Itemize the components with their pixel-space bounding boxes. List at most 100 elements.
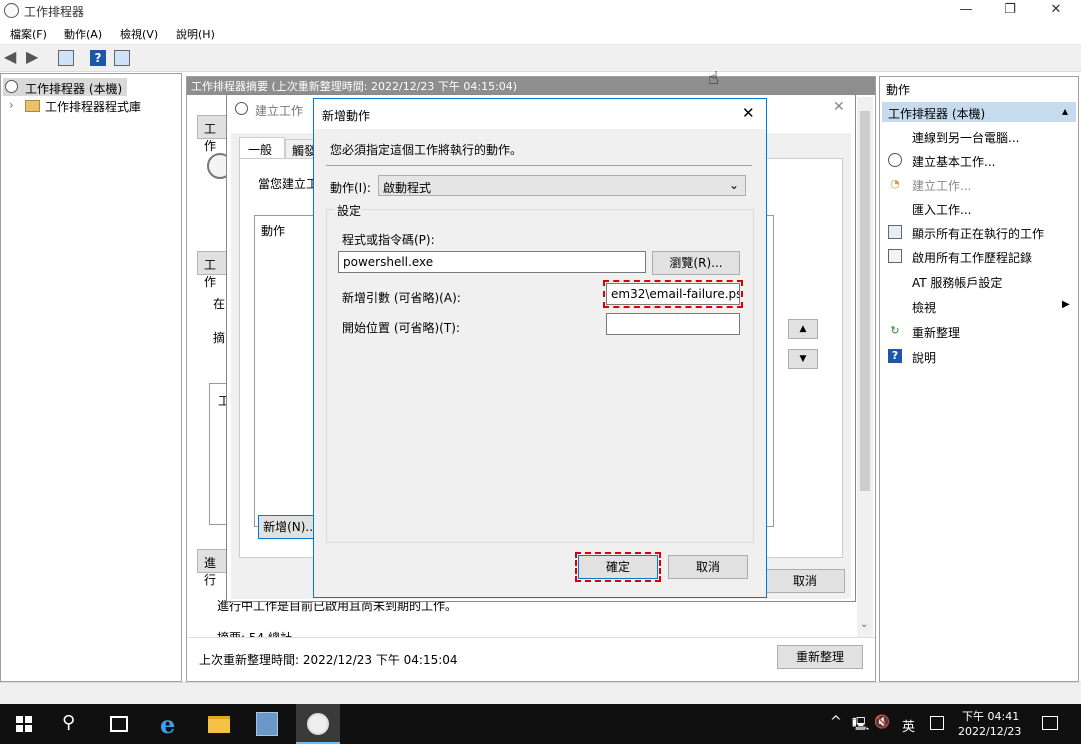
action-item-show-running[interactable]: 顯示所有正在執行的工作 xyxy=(912,225,1044,242)
back-arrow-icon[interactable]: ◀ xyxy=(4,49,20,66)
app-clock-icon xyxy=(4,3,19,18)
file-explorer-icon[interactable] xyxy=(208,716,230,733)
internet-explorer-icon[interactable]: e xyxy=(160,710,175,739)
taskbar: ⚲ e ^ 🖳 🔇 英 下午 04:41 2022/12/23 xyxy=(0,704,1081,744)
scroll-down-icon[interactable]: ⌄ xyxy=(860,619,868,630)
tree-root-label: 工作排程器 (本機) xyxy=(25,82,123,96)
actions-pane-title: 動作 xyxy=(886,83,911,97)
start-in-input[interactable] xyxy=(606,313,740,335)
scroll-thumb[interactable] xyxy=(860,111,870,491)
new-action-title: 新增動作 xyxy=(322,109,371,123)
collapse-arrow-icon[interactable]: ▴ xyxy=(1062,104,1068,118)
tree-root[interactable]: 工作排程器 (本機) xyxy=(3,78,127,96)
summary-section-1: 工作 xyxy=(197,115,227,153)
program-label: 程式或指令碼(P): xyxy=(342,233,435,247)
summary-header: 工作排程器摘要 (上次重新整理時間: 2022/12/23 下午 04:15:0… xyxy=(187,77,875,95)
clock-icon xyxy=(235,102,248,115)
action-item-enable-history[interactable]: 啟用所有工作歷程記錄 xyxy=(912,249,1032,266)
action-item-view[interactable]: 檢視 xyxy=(912,299,936,316)
chevron-down-icon: ⌄ xyxy=(729,178,740,192)
action-item-create-basic[interactable]: 建立基本工作... xyxy=(912,153,995,170)
show-hide-tree-icon[interactable] xyxy=(58,50,74,66)
action-item-refresh[interactable]: 重新整理 xyxy=(912,324,960,341)
cancel-button[interactable]: 取消 xyxy=(668,555,748,579)
action-item-import[interactable]: 匯入工作... xyxy=(912,201,971,218)
create-task-cancel-button[interactable]: 取消 xyxy=(765,569,845,593)
show-hide-action-pane-icon[interactable] xyxy=(114,50,130,66)
browse-button[interactable]: 瀏覽(R)... xyxy=(652,251,740,275)
move-down-button[interactable]: ▼ xyxy=(788,349,818,369)
close-button[interactable]: ✕ xyxy=(1046,2,1066,20)
program-input[interactable]: powershell.exe xyxy=(338,251,646,273)
summary-text-summary: 摘 xyxy=(213,331,226,345)
refresh-button[interactable]: 重新整理 xyxy=(777,645,863,669)
log-icon xyxy=(888,249,902,263)
expand-chevron-icon[interactable]: › xyxy=(9,98,14,112)
actions-section-header[interactable]: 工作排程器 (本機) ▴ xyxy=(882,102,1076,122)
arguments-label: 新增引數 (可省略)(A): xyxy=(342,291,461,305)
new-action-instruction: 您必須指定這個工作將執行的動作。 xyxy=(330,143,523,157)
last-refresh-text: 上次重新整理時間: 2022/12/23 下午 04:15:04 xyxy=(199,653,458,667)
menu-action[interactable]: 動作(A) xyxy=(64,26,102,42)
list-icon xyxy=(888,225,902,239)
summary-section-2: 工作 xyxy=(197,251,227,289)
task-view-icon[interactable] xyxy=(110,716,128,732)
new-action-titlebar: 新增動作 ✕ xyxy=(314,99,766,129)
ok-button[interactable]: 確定 xyxy=(575,552,661,582)
center-scrollbar[interactable]: ⌄ xyxy=(857,97,873,637)
action-type-label: 動作(I): xyxy=(330,181,371,195)
navigation-tree: 工作排程器 (本機) › 工作排程器程式庫 xyxy=(0,73,182,682)
create-task-close-icon[interactable]: ✕ xyxy=(833,99,845,115)
action-item-at-service[interactable]: AT 服務帳戶設定 xyxy=(912,274,1002,291)
action-type-select[interactable]: 啟動程式 ⌄ xyxy=(378,175,746,196)
notifications-icon[interactable] xyxy=(1042,716,1058,730)
menu-file[interactable]: 檔案(F) xyxy=(10,26,47,42)
show-hidden-icons-icon[interactable]: ^ xyxy=(830,714,842,730)
clock-icon xyxy=(5,80,18,93)
task-icon: ◔ xyxy=(890,177,900,190)
minimize-button[interactable]: — xyxy=(956,2,976,20)
window-title: 工作排程器 xyxy=(24,5,85,19)
task-scheduler-taskbar-button[interactable] xyxy=(296,704,340,744)
maximize-button[interactable]: ❐ xyxy=(1000,2,1020,20)
title-bar: 工作排程器 — ❐ ✕ xyxy=(0,0,1081,22)
action-item-create-task[interactable]: 建立工作... xyxy=(912,177,971,194)
server-manager-icon[interactable] xyxy=(256,712,278,736)
folder-icon xyxy=(25,100,40,112)
actions-section-label: 工作排程器 (本機) xyxy=(888,107,986,121)
summary-text-in: 在 xyxy=(213,297,226,311)
move-up-button[interactable]: ▲ xyxy=(788,319,818,339)
submenu-arrow-icon: ▶ xyxy=(1062,299,1070,310)
start-in-label: 開始位置 (可省略)(T): xyxy=(342,321,460,335)
new-action-close-icon[interactable]: ✕ xyxy=(742,104,755,122)
volume-muted-icon[interactable]: 🔇 xyxy=(874,715,890,730)
hand-cursor-icon: ☝ xyxy=(708,68,719,89)
actions-pane: 動作 工作排程器 (本機) ▴ 連線到另一台電腦... 建立基本工作... ◔ … xyxy=(879,76,1079,682)
clock-time[interactable]: 下午 04:41 xyxy=(962,708,1019,724)
action-type-value: 啟動程式 xyxy=(383,181,432,195)
search-icon[interactable]: ⚲ xyxy=(62,712,75,733)
action-item-connect[interactable]: 連線到另一台電腦... xyxy=(912,129,1019,146)
ime-indicator[interactable]: 英 xyxy=(902,716,915,735)
menu-view[interactable]: 檢視(V) xyxy=(120,26,158,42)
menu-help[interactable]: 說明(H) xyxy=(176,26,215,42)
status-bar xyxy=(0,682,1081,704)
separator xyxy=(326,165,752,166)
summary-count-text: 摘要: 54 總計 xyxy=(217,629,292,637)
network-icon[interactable]: 🖳 xyxy=(852,715,869,737)
ime-mode-icon[interactable] xyxy=(930,716,944,730)
tree-library-label[interactable]: 工作排程器程式庫 xyxy=(45,98,141,115)
clock-date[interactable]: 2022/12/23 xyxy=(958,725,1021,738)
windows-start-icon[interactable] xyxy=(16,716,32,732)
arguments-input[interactable]: em32\email-failure.ps1 xyxy=(603,280,743,308)
settings-group-label: 設定 xyxy=(335,202,364,219)
help-icon: ? xyxy=(888,349,902,363)
summary-section-3: 進行 xyxy=(197,549,227,587)
menu-bar: 檔案(F) 動作(A) 檢視(V) 說明(H) xyxy=(0,22,1081,44)
forward-arrow-icon[interactable]: ▶ xyxy=(26,49,42,66)
clock-icon xyxy=(888,153,902,167)
tab-general[interactable]: 一般 xyxy=(239,137,285,159)
action-item-help[interactable]: 說明 xyxy=(912,349,936,366)
clock-icon xyxy=(307,713,329,735)
help-icon[interactable]: ? xyxy=(90,50,106,66)
